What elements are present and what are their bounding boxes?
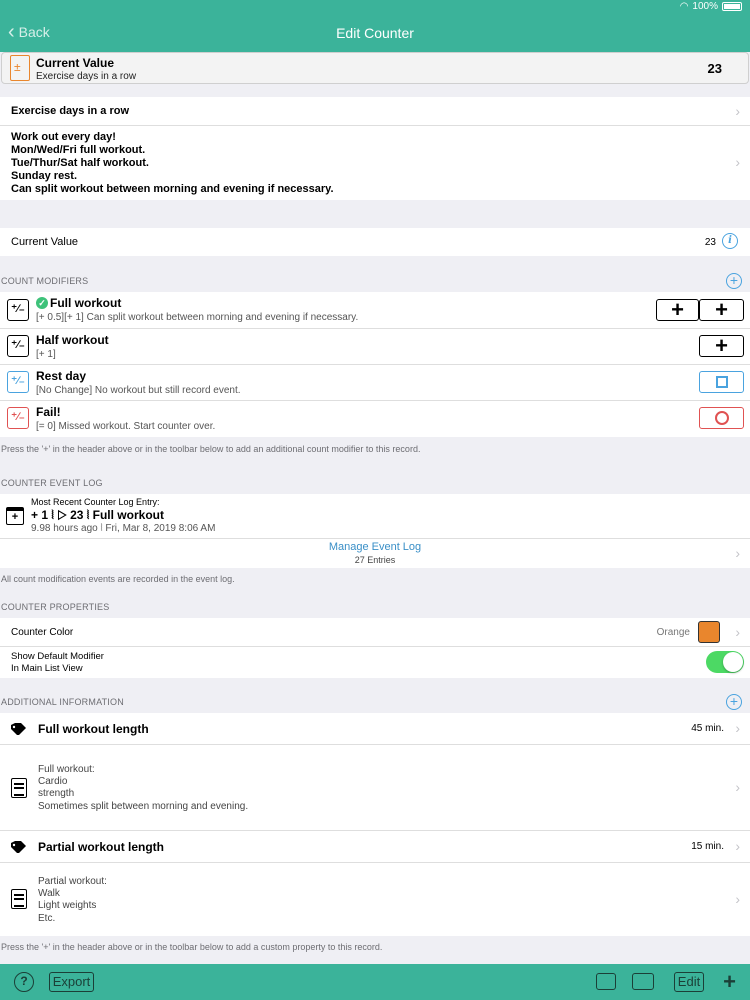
battery-icon [722,2,742,11]
event-log-footer: All count modification events are record… [1,574,235,584]
property-row-full-workout-length[interactable]: Full workout length 45 min. › [0,713,750,745]
event-log-header: COUNTER EVENT LOG [1,478,103,488]
modifier-row-full-workout[interactable]: ⁺∕₋ ✓ Full workout [+ 0.5][+ 1] Can split… [0,292,750,329]
apply-fail-button[interactable] [699,407,744,429]
additional-info-header: ADDITIONAL INFORMATION [1,697,124,707]
modifier-row-half-workout[interactable]: ⁺∕₋ Half workout [+ 1] + [0,329,750,365]
chevron-right-icon: › [735,545,740,561]
battery-label: 100% [692,1,718,12]
apply-half-button[interactable]: + [656,299,699,321]
color-swatch [698,621,720,643]
counter-notes: Work out every day! Mon/Wed/Fri full wor… [11,131,334,195]
count-modifiers-header: COUNT MODIFIERS [1,276,89,286]
chevron-right-icon: › [735,154,740,170]
counter-color-row[interactable]: Counter Color Orange › [0,618,750,647]
modifier-description: [+ 0.5][+ 1] Can split workout between m… [36,312,359,323]
notepad-icon [11,778,27,798]
banner-value: 23 [707,61,722,76]
modifier-name: Fail! [36,405,61,419]
recent-log-entry: + Most Recent Counter Log Entry: + 1 ⦚ ▷… [0,494,750,539]
notepad-icon [11,889,27,909]
chevron-right-icon: › [735,891,740,907]
modifier-plus-minus-icon: ⁺∕₋ [7,335,29,357]
property-note-text: Partial workout: Walk Light weights Etc. [38,876,107,924]
navigation-bar: ‹ Back Edit Counter [0,14,750,52]
camera-search-icon[interactable] [596,973,616,990]
property-value: 15 min. [691,841,724,852]
apply-full-button[interactable]: + [699,299,744,321]
property-note-partial-workout[interactable]: Partial workout: Walk Light weights Etc.… [0,863,750,936]
status-bar: ◠ 100% [0,0,750,14]
add-button[interactable]: + [723,969,736,995]
banner-title: Current Value [36,56,115,70]
export-button[interactable]: Export [49,972,94,992]
counter-color-value: Orange [656,627,690,638]
modifier-description: [= 0] Missed workout. Start counter over… [36,421,216,432]
modifier-plus-minus-icon: ⁺∕₋ [7,407,29,429]
calendar-plus-icon: + [6,507,24,525]
default-modifier-row: Show Default Modifier In Main List View [0,647,750,678]
chevron-right-icon: › [735,779,740,795]
apply-rest-day-button[interactable] [699,371,744,393]
property-title: Full workout length [38,722,149,736]
current-value-banner: Current Value Exercise days in a row 23 [1,52,749,84]
tag-icon [11,841,26,853]
property-title: Partial workout length [38,840,165,854]
modifier-plus-minus-icon: ⁺∕₋ [7,299,29,321]
modifier-row-fail[interactable]: ⁺∕₋ Fail! [= 0] Missed workout. Start co… [0,401,750,437]
modifier-name: Rest day [36,369,87,383]
recent-entry-main: + 1 ⦚ ▷ 23 ⦚ Full workout [31,508,164,522]
wifi-icon: ◠ [679,1,689,12]
add-property-button[interactable]: + [726,694,742,710]
property-note-text: Full workout: Cardio strength Sometimes … [38,764,249,812]
chevron-right-icon: › [735,720,740,736]
default-check-icon: ✓ [36,297,48,309]
no-change-square-icon [715,375,728,388]
manage-event-log-row[interactable]: Manage Event Log 27 Entries › [0,539,750,568]
event-log-count: 27 Entries [354,555,396,565]
modifier-description: [No Change] No workout but still record … [36,385,241,396]
info-circle-icon[interactable]: i [722,233,738,249]
edit-button[interactable]: Edit [674,972,704,992]
add-modifier-button[interactable]: + [726,273,742,289]
manage-event-log-link: Manage Event Log [328,541,422,553]
modifier-plus-minus-icon: ⁺∕₋ [7,371,29,393]
modifier-name: Full workout [50,296,122,310]
help-button[interactable]: ? [14,972,34,992]
modifier-description: [+ 1] [36,349,56,360]
counter-name-row[interactable]: Exercise days in a row › [0,97,750,126]
bottom-toolbar: ? Export Edit + [0,964,750,1000]
page-title: Edit Counter [336,25,414,41]
default-modifier-label: Show Default Modifier In Main List View [11,651,104,674]
property-note-full-workout[interactable]: Full workout: Cardio strength Sometimes … [0,745,750,831]
counter-notes-row[interactable]: Work out every day! Mon/Wed/Fri full wor… [0,126,750,200]
modifier-name: Half workout [36,333,109,347]
chevron-right-icon: › [735,838,740,854]
apply-half-workout-button[interactable]: + [699,335,744,357]
current-value-label: Current Value [11,236,79,248]
counter-properties-header: COUNTER PROPERTIES [1,602,110,612]
current-value: 23 [704,237,716,248]
reset-circle-icon [714,410,729,425]
chevron-right-icon: › [735,103,740,119]
counter-name: Exercise days in a row [11,105,130,117]
modifier-row-rest-day[interactable]: ⁺∕₋ Rest day [No Change] No workout but … [0,365,750,401]
current-value-row: Current Value 23 i [0,228,750,256]
recent-entry-label: Most Recent Counter Log Entry: [31,497,160,507]
folder-icon[interactable] [632,973,654,990]
property-row-partial-workout-length[interactable]: Partial workout length 15 min. › [0,831,750,863]
modifiers-footer: Press the '+' in the header above or in … [1,444,421,454]
counter-document-icon [10,55,30,81]
default-modifier-toggle[interactable] [706,651,744,673]
additional-info-footer: Press the '+' in the header above or in … [1,942,383,952]
banner-subtitle: Exercise days in a row [36,71,137,82]
chevron-right-icon: › [735,624,740,640]
recent-entry-time: 9.98 hours ago ⦚ Fri, Mar 8, 2019 8:06 A… [31,523,216,534]
counter-color-label: Counter Color [11,627,74,638]
tag-icon [11,723,26,735]
property-value: 45 min. [691,723,724,734]
